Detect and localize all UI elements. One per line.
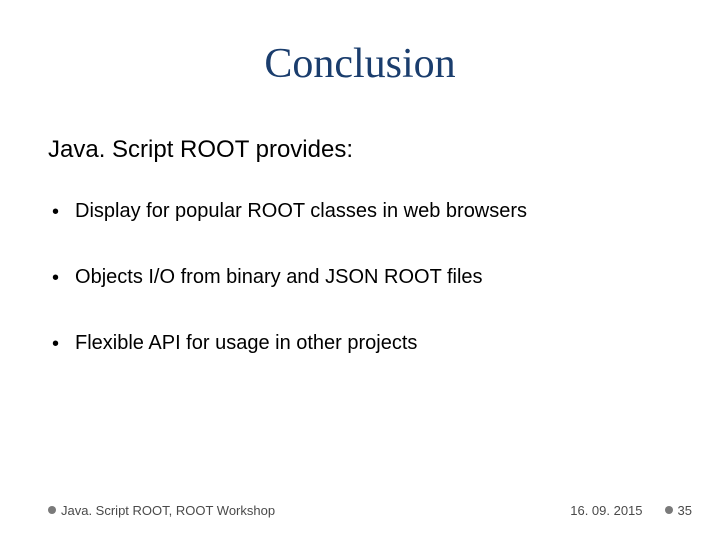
bullet-icon bbox=[665, 506, 673, 514]
slide-subtitle: Java. Script ROOT provides: bbox=[48, 136, 672, 164]
list-item: Flexible API for usage in other projects bbox=[48, 332, 672, 356]
footer-page: 35 bbox=[665, 503, 692, 518]
bullet-text: Objects I/O from binary and JSON ROOT fi… bbox=[75, 266, 483, 289]
bullet-text: Flexible API for usage in other projects bbox=[75, 332, 417, 355]
footer-date-text: 16. 09. 2015 bbox=[570, 503, 642, 518]
slide: Conclusion Java. Script ROOT provides: D… bbox=[0, 0, 720, 540]
slide-title: Conclusion bbox=[48, 40, 672, 88]
bullet-list: Display for popular ROOT classes in web … bbox=[48, 200, 672, 356]
footer-date: 16. 09. 2015 bbox=[570, 503, 642, 518]
footer-left-text: Java. Script ROOT, ROOT Workshop bbox=[61, 503, 275, 518]
footer: Java. Script ROOT, ROOT Workshop 16. 09.… bbox=[0, 503, 720, 518]
bullet-text: Display for popular ROOT classes in web … bbox=[75, 200, 527, 223]
bullet-icon bbox=[48, 506, 56, 514]
footer-page-number: 35 bbox=[678, 503, 692, 518]
list-item: Objects I/O from binary and JSON ROOT fi… bbox=[48, 266, 672, 290]
list-item: Display for popular ROOT classes in web … bbox=[48, 200, 672, 224]
footer-left: Java. Script ROOT, ROOT Workshop bbox=[48, 503, 275, 518]
